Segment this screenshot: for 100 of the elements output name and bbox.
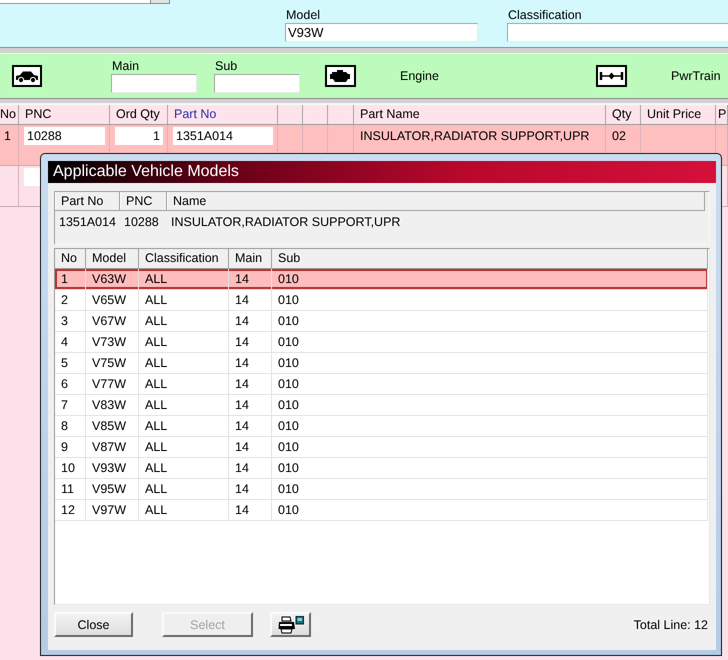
category-label: PwrTrain [671,69,721,83]
table-cell: 3 [55,311,86,331]
table-cell: ALL [139,500,229,520]
column-header: PNC [120,192,167,210]
table-cell: 010 [272,374,708,394]
column-header[interactable]: Ord Qty [110,105,168,124]
car-icon[interactable] [12,65,42,87]
table-row[interactable]: 3 V67W ALL 14 010 [55,311,708,332]
axle-icon[interactable] [596,65,627,87]
table-cell: 14 [229,479,272,499]
input-field[interactable] [111,74,197,93]
table-cell: 14 [229,437,272,457]
table-cell: 14 [229,269,272,289]
info-value: 1351A014 [58,214,118,231]
table-cell: 010 [272,458,708,478]
table-cell: ALL [139,395,229,415]
table-cell: V77W [86,374,139,394]
table-cell-text: 02 [611,128,627,145]
field-label: Model [285,8,322,22]
info-value: INSULATOR,RADIATOR SUPPORT,UPR [170,214,402,231]
table-cell: ALL [139,332,229,352]
table-cell: 9 [55,437,86,457]
table-cell: 4 [55,332,86,352]
input-field[interactable] [214,74,300,93]
table-cell-text: 1 [3,128,12,145]
input-field[interactable]: V93W [285,23,478,42]
input-field[interactable]: 1351A014 [173,127,273,145]
column-header[interactable]: Qty [606,105,641,124]
table-cell: 010 [272,395,708,415]
table-cell: ALL [139,269,229,289]
table-cell: 010 [272,437,708,457]
field-label: Main [111,59,140,73]
table-row[interactable]: 9 V87W ALL 14 010 [55,437,708,458]
table-row[interactable]: 6 V77W ALL 14 010 [55,374,708,395]
column-header[interactable]: Part Name [354,105,606,124]
table-cell: V85W [86,416,139,436]
table-row[interactable]: 7 V83W ALL 14 010 [55,395,708,416]
column-header[interactable]: No [0,105,19,124]
column-header[interactable]: No [55,249,86,268]
table-cell: 2 [55,290,86,310]
table-row[interactable]: 8 V85W ALL 14 010 [55,416,708,437]
table-cell: ALL [139,353,229,373]
column-header[interactable]: PNC [19,105,110,124]
table-cell: 14 [229,500,272,520]
table-cell: ALL [139,290,229,310]
table-cell: ALL [139,416,229,436]
column-header[interactable]: Classification [139,249,229,268]
table-cell: 14 [229,458,272,478]
input-field[interactable]: 1 [115,127,163,145]
input-field[interactable]: 10288 [24,127,105,145]
table-cell: V73W [86,332,139,352]
column-header[interactable]: P [716,105,728,124]
printer-icon [278,616,304,634]
table-cell: V95W [86,479,139,499]
input-field[interactable] [507,23,728,42]
table-row[interactable]: 2 V65W ALL 14 010 [55,290,708,311]
table-cell: V83W [86,395,139,415]
table-cell: ALL [139,311,229,331]
dropdown-field[interactable] [0,0,150,4]
table-cell: 010 [272,290,708,310]
table-cell: V93W [86,458,139,478]
table-cell: 10 [55,458,86,478]
table-row[interactable]: 12 V97W ALL 14 010 [55,500,708,521]
table-cell: 010 [272,500,708,520]
field-label: Classification [507,8,583,22]
table-cell: 14 [229,374,272,394]
column-header[interactable]: Model [86,249,139,268]
table-cell: 010 [272,353,708,373]
print-button[interactable] [270,612,311,637]
column-header[interactable]: Part No [168,105,278,124]
table-cell: ALL [139,458,229,478]
table-cell: ALL [139,437,229,457]
column-header[interactable]: Unit Price [641,105,716,124]
table-cell: ALL [139,479,229,499]
table-cell: 14 [229,353,272,373]
table-cell: 14 [229,311,272,331]
column-header[interactable]: Sub [272,249,708,268]
table-row[interactable]: 5 V75W ALL 14 010 [55,353,708,374]
dialog-button[interactable]: Close [54,612,133,637]
table-cell: 8 [55,416,86,436]
table-cell: 14 [229,416,272,436]
table-cell: 6 [55,374,86,394]
table-cell: 14 [229,332,272,352]
table-cell: V97W [86,500,139,520]
table-cell: V87W [86,437,139,457]
table-cell: V75W [86,353,139,373]
table-cell: 11 [55,479,86,499]
table-row[interactable]: 10 V93W ALL 14 010 [55,458,708,479]
table-cell: 14 [229,290,272,310]
table-row[interactable]: 4 V73W ALL 14 010 [55,332,708,353]
engine-icon[interactable] [325,65,356,87]
table-cell: V63W [86,269,139,289]
column-header[interactable]: Main [229,249,272,268]
table-cell: 010 [272,269,708,289]
table-cell: V65W [86,290,139,310]
table-cell: 010 [272,332,708,352]
table-row[interactable]: 1 V63W ALL 14 010 [55,269,708,290]
dropdown-button[interactable] [150,0,170,4]
table-row[interactable]: 11 V95W ALL 14 010 [55,479,708,500]
table-cell: 7 [55,395,86,415]
